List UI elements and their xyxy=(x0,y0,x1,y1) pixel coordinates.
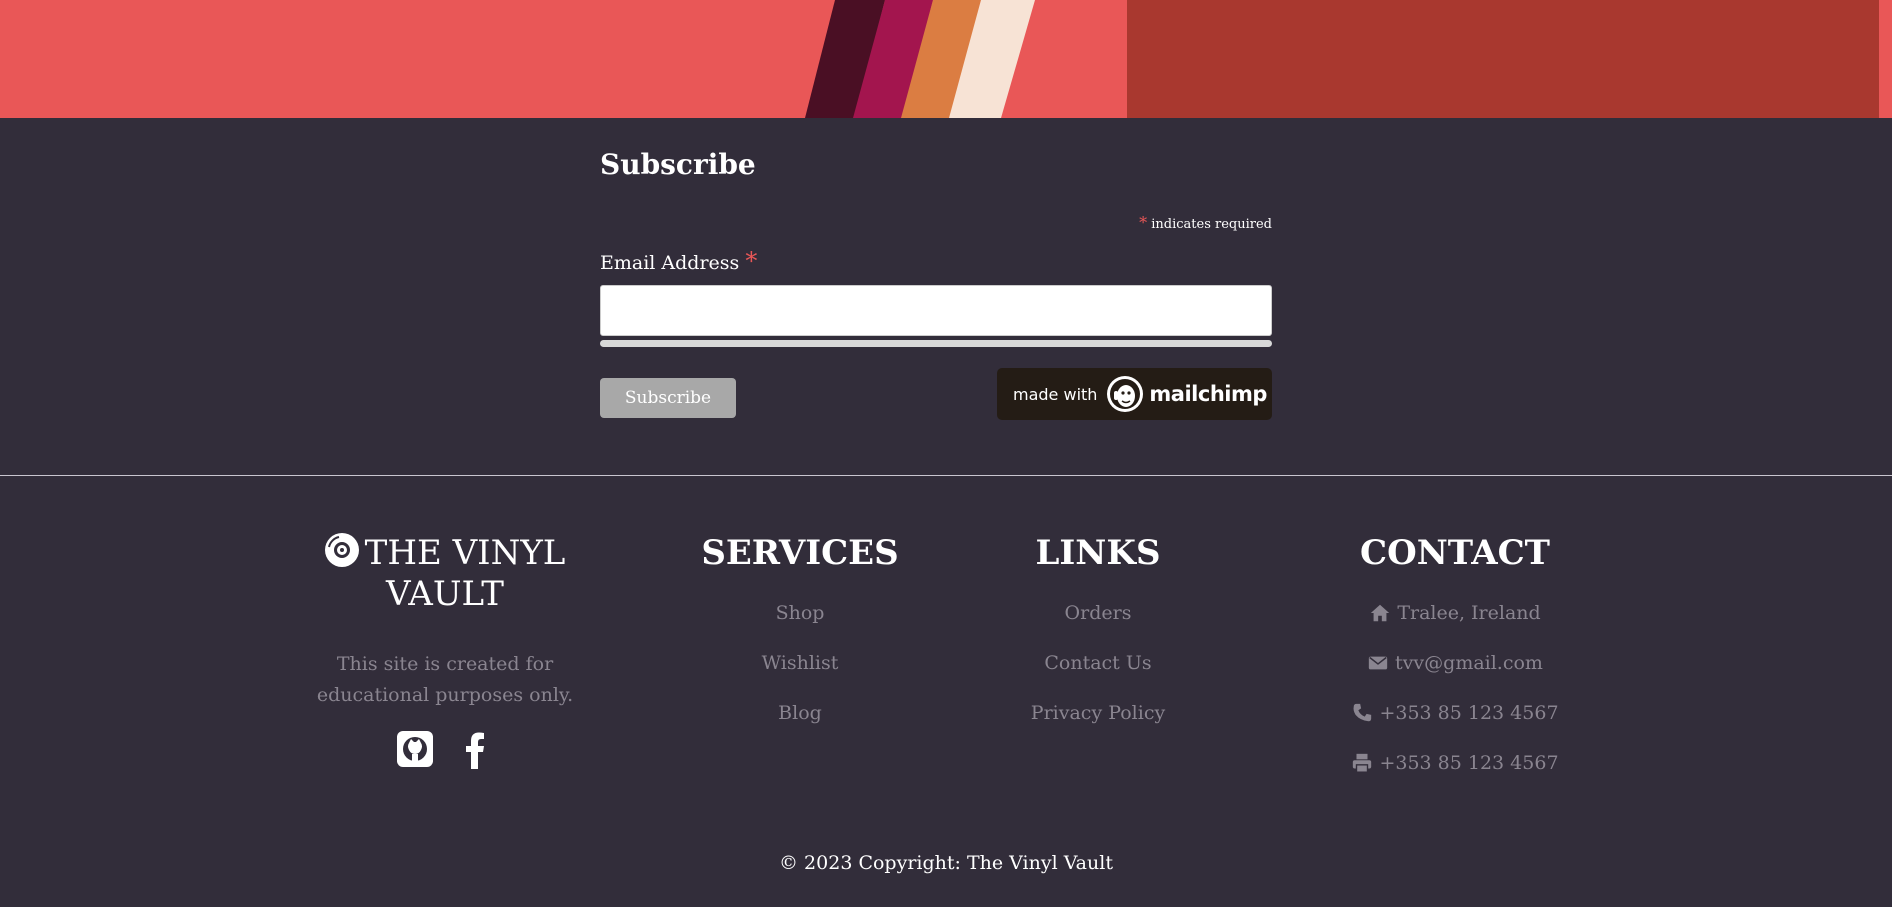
links-link-privacy-policy[interactable]: Privacy Policy xyxy=(1000,688,1196,738)
brand-name: THE VINYL VAULT xyxy=(364,533,566,614)
email-label: Email Address * xyxy=(600,247,757,275)
vinyl-disc-icon xyxy=(324,533,359,567)
contact-email-text: tvv@gmail.com xyxy=(1395,652,1543,674)
facebook-icon[interactable] xyxy=(456,729,494,769)
contact-fax-text: +353 85 123 4567 xyxy=(1379,752,1559,774)
contact-email[interactable]: tvv@gmail.com xyxy=(1320,638,1590,688)
mailchimp-freddie-icon xyxy=(1107,376,1144,412)
contact-list: Tralee, Ireland tvv@gmail.com +353 85 12… xyxy=(1320,588,1590,788)
banner-stripes xyxy=(805,0,1035,118)
subscribe-heading: Subscribe xyxy=(600,148,756,181)
footer-divider xyxy=(0,475,1892,476)
badge-made-with: made with xyxy=(1013,384,1098,404)
hero-banner-bottom xyxy=(0,0,1892,118)
phone-icon xyxy=(1353,703,1372,722)
contact-address: Tralee, Ireland xyxy=(1320,588,1590,638)
footer-brand-title[interactable]: THE VINYL VAULT xyxy=(280,533,610,615)
contact-phone[interactable]: +353 85 123 4567 xyxy=(1320,688,1590,738)
badge-brand: mailchimp xyxy=(1149,382,1267,406)
contact-heading: CONTACT xyxy=(1360,533,1550,573)
required-text: indicates required xyxy=(1151,217,1272,232)
required-star: * xyxy=(1139,213,1148,232)
footer-services-column: SERVICES Shop Wishlist Blog xyxy=(700,533,900,738)
footer-contact-column: CONTACT Tralee, Ireland tvv@gmail.com +3… xyxy=(1320,533,1590,788)
input-underline xyxy=(600,340,1272,347)
footer-brand-column: THE VINYL VAULT This site is created for… xyxy=(280,533,610,769)
envelope-icon xyxy=(1368,656,1388,670)
social-links xyxy=(280,729,610,769)
links-link-contact-us[interactable]: Contact Us xyxy=(1000,638,1196,688)
services-link-wishlist[interactable]: Wishlist xyxy=(700,638,900,688)
mailchimp-badge[interactable]: made with mailchimp xyxy=(997,368,1272,420)
links-heading: LINKS xyxy=(1035,533,1161,573)
required-note: * indicates required xyxy=(600,213,1272,232)
services-link-blog[interactable]: Blog xyxy=(700,688,900,738)
contact-phone-text: +353 85 123 4567 xyxy=(1379,702,1559,724)
links-list: Orders Contact Us Privacy Policy xyxy=(1000,588,1196,738)
services-link-shop[interactable]: Shop xyxy=(700,588,900,638)
home-icon xyxy=(1371,604,1390,622)
contact-address-text: Tralee, Ireland xyxy=(1397,602,1541,624)
copyright: © 2023 Copyright: The Vinyl Vault xyxy=(779,852,1113,874)
services-heading: SERVICES xyxy=(701,533,899,573)
email-required-star: * xyxy=(745,247,758,275)
contact-fax: +353 85 123 4567 xyxy=(1320,738,1590,788)
footer-links-column: LINKS Orders Contact Us Privacy Policy xyxy=(1000,533,1196,738)
print-icon xyxy=(1353,753,1372,773)
email-input[interactable] xyxy=(600,285,1272,336)
links-link-orders[interactable]: Orders xyxy=(1000,588,1196,638)
services-list: Shop Wishlist Blog xyxy=(700,588,900,738)
brand-description: This site is created for educational pur… xyxy=(316,653,574,706)
github-icon[interactable] xyxy=(396,729,434,769)
email-label-text: Email Address xyxy=(600,252,740,274)
subscribe-button[interactable]: Subscribe xyxy=(600,378,736,418)
